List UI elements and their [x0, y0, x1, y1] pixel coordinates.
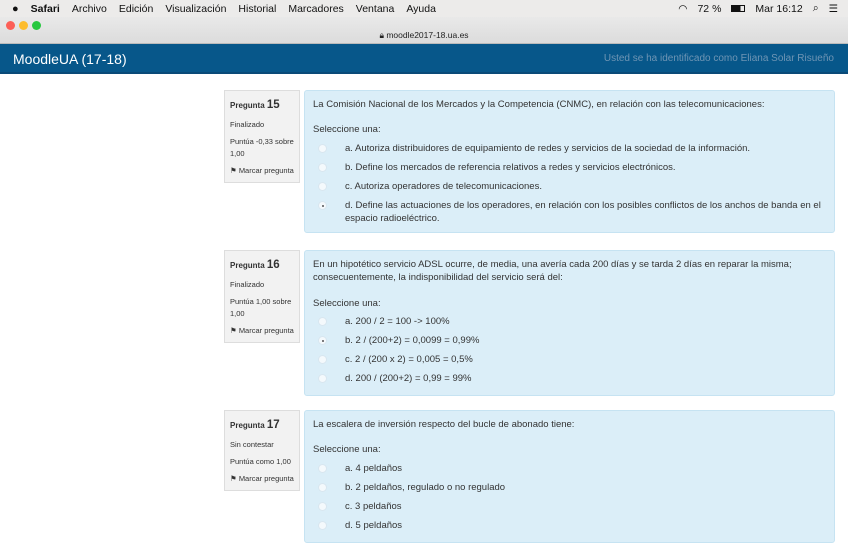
- radio-button[interactable]: [318, 181, 327, 191]
- menu-marcadores[interactable]: Marcadores: [288, 3, 343, 15]
- option-label: b. 2 peldaños, regulado o no regulado: [345, 481, 506, 493]
- question-content: La Comisión Nacional de los Mercados y l…: [304, 90, 835, 234]
- search-icon[interactable]: ⌕: [813, 2, 819, 15]
- question-number: 15: [266, 99, 280, 111]
- radio-button[interactable]: [318, 143, 327, 153]
- option-label: a. Autoriza distribuidores de equipamien…: [345, 142, 751, 154]
- menu-visualizacion[interactable]: Visualización: [165, 3, 226, 15]
- battery-percent: 72 %: [697, 2, 722, 15]
- login-info: Usted se ha identificado como Eliana Sol…: [603, 53, 834, 64]
- question-content: En un hipotético servicio ADSL ocurre, d…: [304, 250, 835, 396]
- radio-button[interactable]: [318, 162, 327, 172]
- option-label: a. 4 peldaños: [345, 462, 403, 474]
- address-bar[interactable]: 🔒︎ moodle2017-18.ua.es: [0, 30, 848, 41]
- flag-icon: ⚑: [230, 326, 239, 336]
- option-label: a. 200 / 2 = 100 -> 100%: [345, 315, 450, 327]
- question-number: 16: [266, 259, 280, 271]
- radio-button[interactable]: [318, 316, 327, 326]
- flag-question-link[interactable]: ⚑ Marcar pregunta: [230, 473, 294, 485]
- answer-option[interactable]: c. Autoriza operadores de telecomunicaci…: [313, 177, 826, 196]
- browser-titlebar: 🔒︎ moodle2017-18.ua.es: [0, 17, 848, 44]
- site-brand[interactable]: MoodleUA (17-18): [13, 51, 127, 67]
- menu-bar: ● Safari Archivo Edición Visualización H…: [0, 0, 848, 17]
- option-label: c. 3 peldaños: [345, 500, 402, 512]
- question-info: Pregunta 15 Finalizado Puntúa -0,33 sobr…: [224, 90, 300, 184]
- flag-icon: ⚑: [230, 166, 239, 176]
- question-grade: Puntúa -0,33 sobre 1,00: [230, 137, 294, 159]
- option-label: c. Autoriza operadores de telecomunicaci…: [345, 180, 542, 192]
- select-prompt: Seleccione una:: [313, 444, 381, 456]
- answer-option[interactable]: c. 2 / (200 x 2) = 0,005 = 0,5%: [313, 350, 826, 369]
- answer-option[interactable]: a. 200 / 2 = 100 -> 100%: [313, 312, 826, 331]
- close-button[interactable]: [6, 21, 15, 30]
- clock[interactable]: Mar 16:12: [755, 3, 802, 15]
- site-header: MoodleUA (17-18) Usted se ha identificad…: [0, 44, 848, 74]
- answer-option[interactable]: d. Define las actuaciones de los operado…: [313, 196, 826, 226]
- question-info: Pregunta 17 Sin contestar Puntúa como 1,…: [224, 410, 300, 492]
- flag-icon: ⚑: [230, 474, 239, 484]
- question-number: 17: [266, 419, 280, 431]
- radio-button[interactable]: [318, 200, 327, 210]
- zoom-button[interactable]: [32, 21, 41, 30]
- apple-icon[interactable]: ●: [12, 3, 19, 15]
- answer-option[interactable]: a. 4 peldaños: [313, 459, 826, 478]
- question-text: La escalera de inversión respecto del bu…: [313, 419, 575, 430]
- select-prompt: Seleccione una:: [313, 124, 381, 136]
- question-label: Pregunta: [230, 101, 265, 110]
- select-prompt: Seleccione una:: [313, 297, 381, 309]
- question-text: La Comisión Nacional de los Mercados y l…: [313, 99, 765, 110]
- flag-question-link[interactable]: ⚑ Marcar pregunta: [230, 165, 294, 177]
- wifi-icon[interactable]: ◠: [678, 3, 687, 15]
- option-label: d. Define las actuaciones de los operado…: [345, 199, 821, 224]
- question-state: Finalizado: [230, 280, 265, 290]
- option-label: c. 2 / (200 x 2) = 0,005 = 0,5%: [345, 353, 473, 365]
- radio-button[interactable]: [318, 520, 327, 530]
- radio-button[interactable]: [318, 354, 327, 364]
- question-label: Pregunta: [230, 261, 265, 270]
- flag-label: Marcar pregunta: [238, 474, 294, 484]
- question-info: Pregunta 16 Finalizado Puntúa 1,00 sobre…: [224, 250, 300, 344]
- flag-question-link[interactable]: ⚑ Marcar pregunta: [230, 325, 294, 337]
- option-label: d. 200 / (200+2) = 0,99 = 99%: [345, 372, 472, 384]
- option-label: b. 2 / (200+2) = 0,0099 = 0,99%: [345, 334, 480, 346]
- answer-option[interactable]: c. 3 peldaños: [313, 497, 826, 516]
- menu-archivo[interactable]: Archivo: [72, 3, 107, 15]
- question-grade: Puntúa 1,00 sobre 1,00: [230, 297, 292, 319]
- menu-edicion[interactable]: Edición: [119, 3, 153, 15]
- flag-label: Marcar pregunta: [238, 166, 294, 176]
- menu-ayuda[interactable]: Ayuda: [406, 3, 436, 15]
- question-text: En un hipotético servicio ADSL ocurre, d…: [313, 259, 792, 284]
- question-state: Sin contestar: [230, 440, 274, 450]
- radio-button[interactable]: [318, 463, 327, 473]
- flag-label: Marcar pregunta: [238, 326, 294, 336]
- list-icon[interactable]: ☰: [829, 3, 838, 15]
- option-label: b. Define los mercados de referencia rel…: [345, 161, 676, 173]
- question-state: Finalizado: [230, 120, 265, 130]
- menu-historial[interactable]: Historial: [238, 3, 276, 15]
- radio-button[interactable]: [318, 482, 327, 492]
- menu-app[interactable]: Safari: [31, 3, 60, 15]
- question-content: La escalera de inversión respecto del bu…: [304, 410, 835, 543]
- battery-icon[interactable]: [731, 5, 746, 12]
- question-grade: Puntúa como 1,00: [230, 457, 291, 467]
- answer-option[interactable]: d. 200 / (200+2) = 0,99 = 99%: [313, 369, 826, 388]
- minimize-button[interactable]: [19, 21, 28, 30]
- radio-button[interactable]: [318, 373, 327, 383]
- answer-option[interactable]: b. Define los mercados de referencia rel…: [313, 158, 826, 177]
- radio-button[interactable]: [318, 501, 327, 511]
- answer-option[interactable]: d. 5 peldaños: [313, 516, 826, 535]
- question-label: Pregunta: [230, 421, 265, 430]
- url: moodle2017-18.ua.es: [386, 30, 469, 40]
- answer-option[interactable]: a. Autoriza distribuidores de equipamien…: [313, 139, 826, 158]
- answer-option[interactable]: b. 2 peldaños, regulado o no regulado: [313, 478, 826, 497]
- answer-option[interactable]: b. 2 / (200+2) = 0,0099 = 0,99%: [313, 331, 826, 350]
- radio-button[interactable]: [318, 335, 327, 345]
- menu-ventana[interactable]: Ventana: [356, 3, 395, 15]
